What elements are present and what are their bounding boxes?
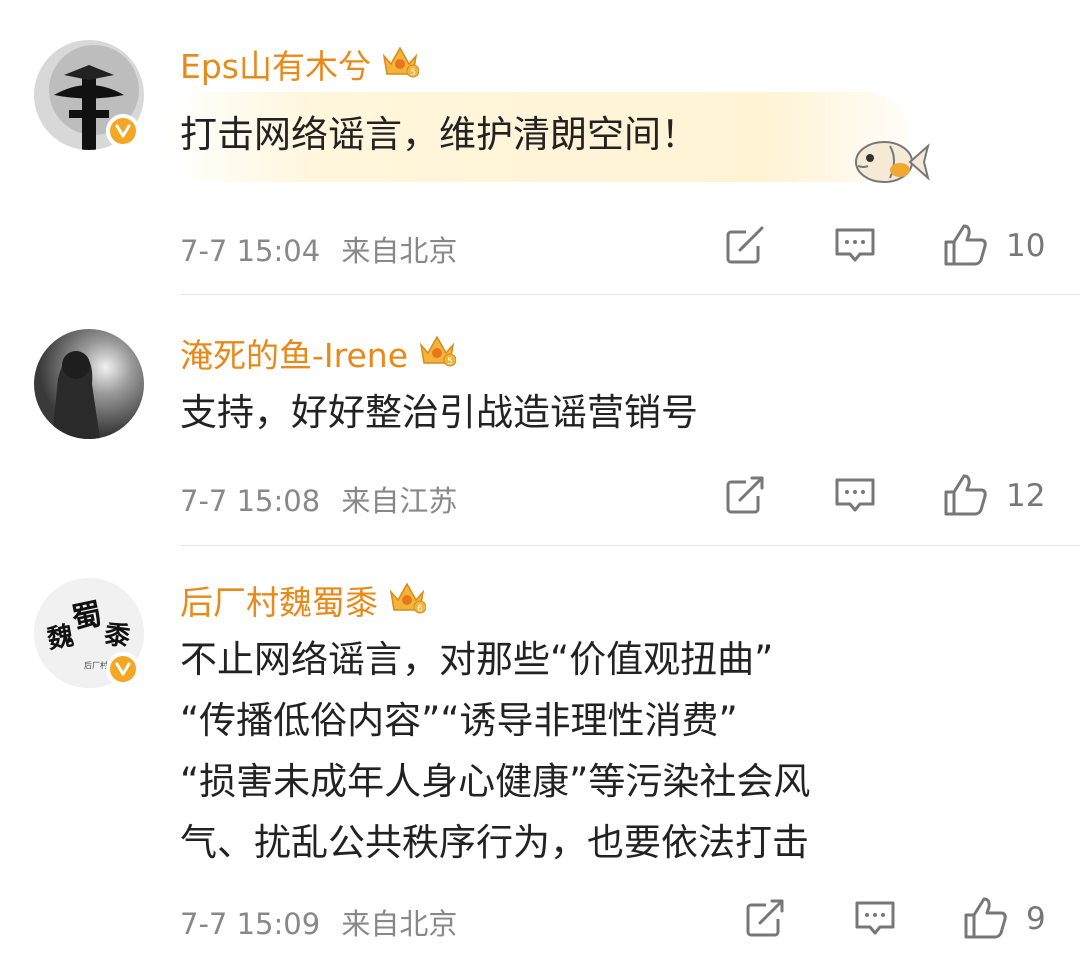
comment-icon[interactable] — [834, 226, 876, 270]
username-label[interactable]: 后厂村魏蜀黍 — [180, 576, 378, 624]
comment-item: Eps山有木兮 5 打击网络谣言，维护清朗空间！ 7-7 15:04 来自北京 — [0, 0, 1080, 295]
username-label[interactable]: 淹死的鱼-Irene — [180, 329, 408, 377]
like-icon[interactable] — [942, 222, 988, 270]
like-icon[interactable] — [942, 472, 988, 520]
share-icon[interactable] — [726, 226, 766, 268]
username-label[interactable]: Eps山有木兮 — [180, 40, 371, 88]
comment-location: 来自北京 — [341, 234, 458, 268]
username[interactable]: 淹死的鱼-Irene 5 — [180, 329, 457, 377]
share-icon[interactable] — [746, 899, 786, 941]
svg-text:5: 5 — [447, 357, 453, 367]
vip-crown-icon: 5 — [381, 42, 420, 86]
svg-text:6: 6 — [417, 604, 423, 614]
comment-text-line: 打击网络谣言，维护清朗空间！ — [180, 113, 698, 156]
comment-time: 7-7 15:08 — [180, 484, 321, 518]
vip-crown-icon: 5 — [418, 331, 457, 375]
like-icon[interactable] — [962, 895, 1008, 943]
comment-text: 不止网络谣言，对那些“价值观扭曲” “传播低俗内容”“诱导非理性消费” “损害未… — [180, 629, 810, 873]
comment-item: 淹死的鱼-Irene 5 支持，好好整治引战造谣营销号 7-7 15:08 来自… — [0, 295, 1080, 545]
comment-item: 蜀 魏 黍 后厂村 后厂村魏蜀黍 6 不止网络谣言，对那些“价值观扭曲” “传播… — [0, 545, 1080, 962]
like-count: 12 — [1006, 478, 1046, 514]
like-count: 9 — [1026, 901, 1046, 937]
comment-text-line: “传播低俗内容”“诱导非理性消费” — [180, 699, 738, 742]
like-count: 10 — [1006, 228, 1046, 264]
comment-time: 7-7 15:09 — [180, 907, 321, 941]
username[interactable]: Eps山有木兮 5 — [180, 40, 420, 88]
comment-text-line: “损害未成年人身心健康”等污染社会风 — [180, 760, 811, 803]
comment-icon[interactable] — [854, 899, 896, 943]
verified-badge-icon — [106, 114, 140, 148]
vip-crown-icon: 6 — [388, 578, 427, 622]
comment-meta: 7-7 15:09 来自北京 — [180, 901, 457, 943]
comment-icon[interactable] — [834, 476, 876, 520]
comment-text-line: 不止网络谣言，对那些“价值观扭曲” — [180, 638, 774, 681]
comment-text: 支持，好好整治引战造谣营销号 — [180, 382, 698, 443]
share-icon[interactable] — [726, 476, 766, 518]
comment-location: 来自北京 — [341, 907, 458, 941]
avatar[interactable] — [34, 329, 144, 439]
comment-time: 7-7 15:04 — [180, 234, 321, 268]
svg-text:5: 5 — [410, 68, 416, 78]
verified-badge-icon — [106, 652, 140, 686]
comment-meta: 7-7 15:08 来自江苏 — [180, 478, 457, 520]
comment-text-line: 气、扰乱公共秩序行为，也要依法打击 — [180, 821, 809, 864]
svg-text:后厂村: 后厂村 — [84, 660, 108, 670]
svg-text:黍: 黍 — [102, 619, 133, 652]
comment-text-line: 支持，好好整治引战造谣营销号 — [180, 391, 698, 434]
svg-text:魏: 魏 — [44, 621, 76, 655]
comment-location: 来自江苏 — [341, 484, 458, 518]
fish-sticker-icon — [850, 132, 930, 194]
comment-text: 打击网络谣言，维护清朗空间！ — [180, 104, 698, 165]
comment-meta: 7-7 15:04 来自北京 — [180, 228, 457, 270]
username[interactable]: 后厂村魏蜀黍 6 — [180, 576, 427, 624]
